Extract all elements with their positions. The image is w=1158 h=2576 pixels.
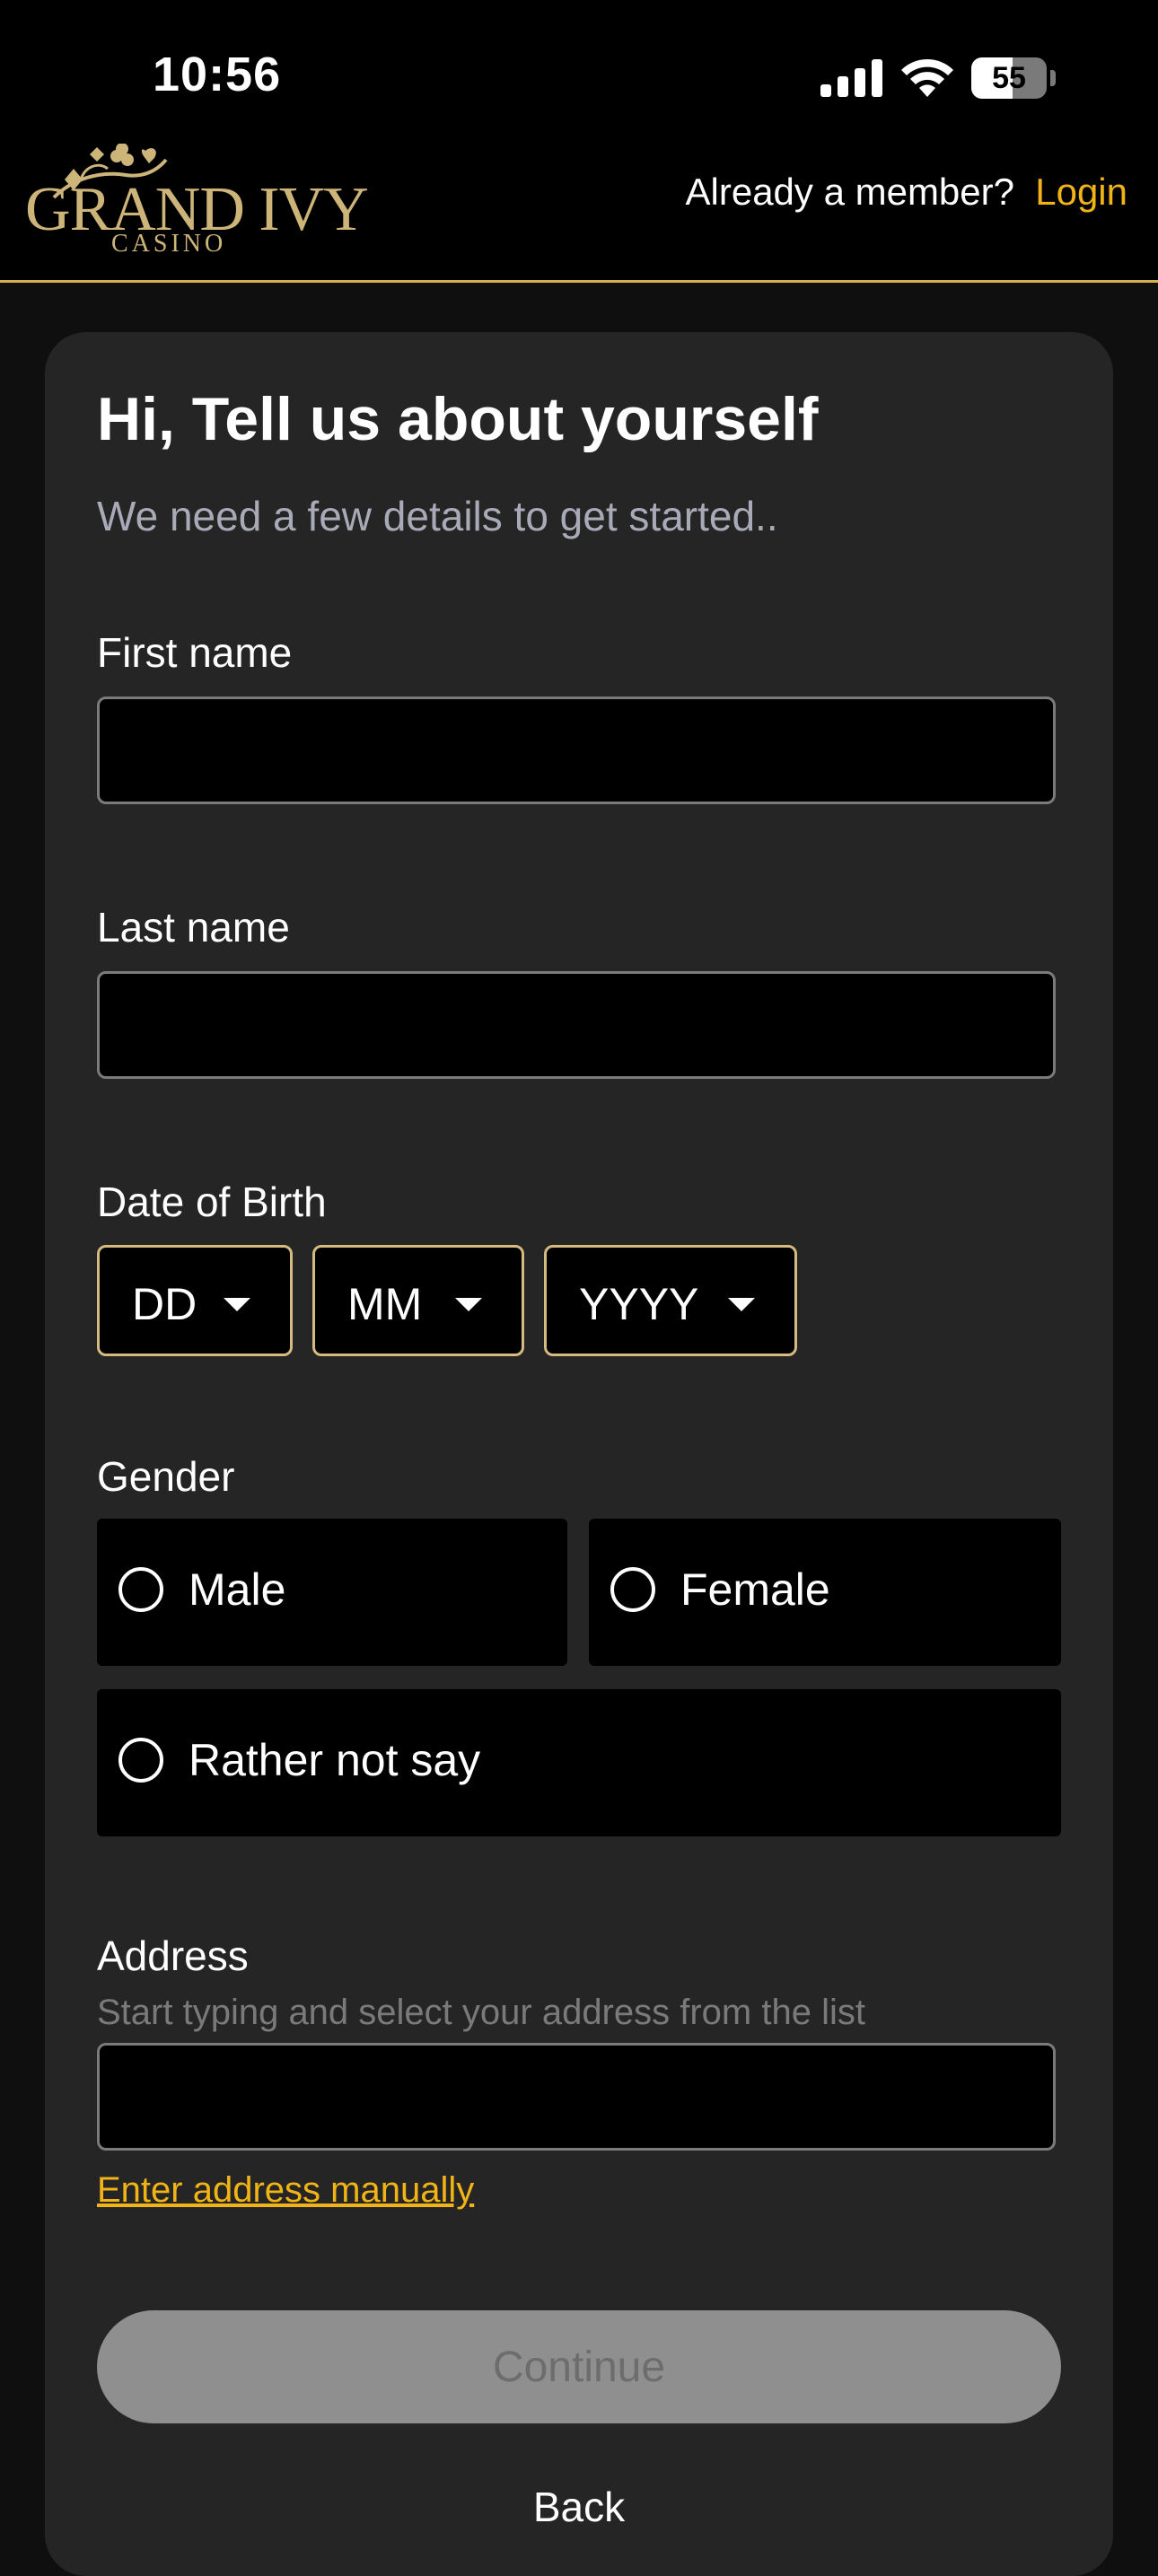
logo-subtext: CASINO [111,230,227,258]
page-title: Hi, Tell us about yourself [97,385,819,453]
address-hint: Start typing and select your address fro… [97,1993,865,2032]
member-prompt: Already a member? [685,171,1015,213]
login-link[interactable]: Login [1035,171,1127,214]
grand-ivy-logo[interactable]: GRAND IVY CASINO [25,144,369,258]
address-label: Address [97,1932,249,1979]
radio-button-icon [118,1567,163,1612]
gender-option-label: Female [680,1564,830,1615]
gender-option-label: Rather not say [189,1735,481,1785]
first-name-input[interactable] [97,697,1056,804]
radio-button-icon [118,1738,163,1783]
first-name-label: First name [97,629,293,676]
dob-day-select[interactable]: DD [97,1245,293,1356]
gender-option-male[interactable]: Male [97,1519,567,1666]
last-name-label: Last name [97,904,290,951]
gender-option-rather-not-say[interactable]: Rather not say [97,1689,1061,1836]
page-subtitle: We need a few details to get started.. [97,493,778,539]
chevron-down-icon [728,1298,755,1311]
battery-cap [1050,70,1056,86]
status-bar: 10:56 55 [0,0,1158,135]
battery-icon: 55 [971,57,1057,99]
address-input[interactable] [97,2043,1056,2151]
radio-button-icon [610,1567,655,1612]
signal-icon [820,59,882,97]
enter-address-manually-link[interactable]: Enter address manually [97,2170,474,2211]
continue-button[interactable]: Continue [97,2310,1061,2423]
dob-month-value: MM [347,1279,423,1329]
dob-day-value: DD [132,1279,197,1329]
gender-label: Gender [97,1453,235,1500]
dob-label: Date of Birth [97,1178,327,1225]
chevron-down-icon [224,1298,250,1311]
gender-option-label: Male [189,1564,286,1615]
dob-month-select[interactable]: MM [312,1245,524,1356]
gender-option-female[interactable]: Female [589,1519,1061,1666]
chevron-down-icon [455,1298,482,1311]
wifi-icon [901,58,953,97]
dob-year-value: YYYY [579,1279,699,1329]
battery-level: 55 [992,61,1026,95]
back-link[interactable]: Back [0,2483,1158,2531]
dob-year-select[interactable]: YYYY [544,1245,797,1356]
status-time: 10:56 [153,48,282,101]
battery-body: 55 [971,57,1047,99]
last-name-input[interactable] [97,971,1056,1079]
